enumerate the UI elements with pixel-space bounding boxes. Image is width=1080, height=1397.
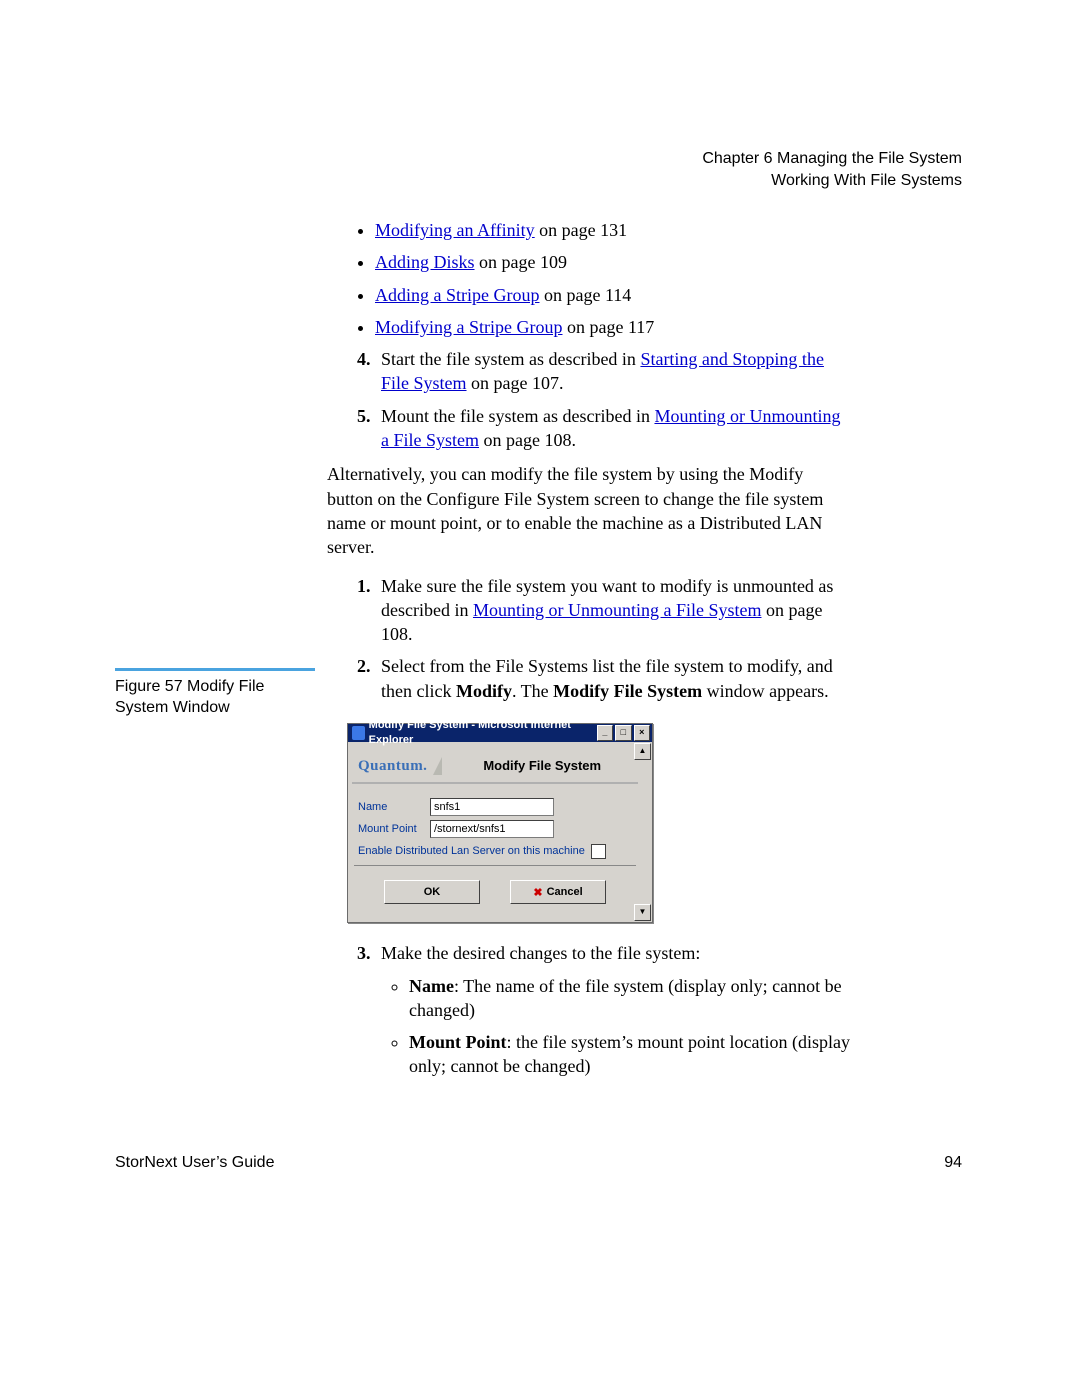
name-label: Name: [358, 800, 430, 815]
dialog-titlebar: Modify File System - Microsoft Internet …: [348, 724, 652, 742]
ui-term: Modify: [456, 681, 512, 701]
paragraph: Alternatively, you can modify the file s…: [327, 462, 852, 559]
modify-file-system-dialog: Modify File System - Microsoft Internet …: [347, 723, 653, 923]
xref-suffix: on page 114: [539, 285, 631, 305]
xref-link[interactable]: Adding a Stripe Group: [375, 285, 539, 305]
xref-link[interactable]: Modifying a Stripe Group: [375, 317, 562, 337]
xref-link[interactable]: Modifying an Affinity: [375, 220, 535, 240]
xref-link[interactable]: Mounting or Unmounting a File System: [473, 600, 762, 620]
ui-term: Modify File System: [553, 681, 702, 701]
dialog-header-row: Quantum. Modify File System: [352, 750, 638, 784]
list-item: Adding Disks on page 109: [375, 250, 852, 274]
field-name: Mount Point: [409, 1032, 507, 1052]
bullet-list-top: Modifying an Affinity on page 131 Adding…: [347, 218, 852, 339]
xref-suffix: on page 131: [535, 220, 627, 240]
figure-dialog: Modify File System - Microsoft Internet …: [347, 723, 852, 923]
dialog-heading: Modify File System: [448, 757, 636, 775]
sub-bullets: Name: The name of the file system (displ…: [381, 974, 852, 1079]
footer-page-number: 94: [944, 1154, 962, 1172]
mount-point-label: Mount Point: [358, 822, 430, 837]
step-list-a: Start the file system as described in St…: [347, 347, 852, 452]
body-column: Modifying an Affinity on page 131 Adding…: [347, 218, 852, 1079]
mount-point-row: Mount Point: [352, 820, 638, 838]
ok-button-label: OK: [424, 886, 441, 898]
step-1: Make sure the file system you want to mo…: [375, 574, 852, 647]
dialog-button-row: OK ✖ Cancel: [352, 872, 638, 914]
xref-suffix: on page 109: [475, 252, 567, 272]
minimize-button[interactable]: _: [597, 725, 613, 741]
figure-caption: Figure 57 Modify File System Window: [115, 668, 315, 719]
step-text: Start the file system as described in: [381, 349, 640, 369]
divider: [354, 865, 636, 866]
step-list-c: Make the desired changes to the file sys…: [347, 941, 852, 1078]
dlan-checkbox-row: Enable Distributed Lan Server on this ma…: [352, 844, 638, 859]
brand-logo: Quantum.: [358, 756, 427, 776]
list-item: Mount Point: the file system’s mount poi…: [409, 1030, 852, 1079]
step-text: Make the desired changes to the file sys…: [381, 943, 700, 963]
dialog-body: ▲ ▼ Quantum. Modify File System Name Mou…: [348, 742, 652, 922]
ok-button[interactable]: OK: [384, 880, 480, 904]
xref-suffix: on page 117: [562, 317, 654, 337]
list-item: Adding a Stripe Group on page 114: [375, 283, 852, 307]
step-text: on page 108.: [479, 430, 576, 450]
step-text: Mount the file system as described in: [381, 406, 654, 426]
step-text: window appears.: [702, 681, 828, 701]
logo-divider-icon: [433, 757, 442, 775]
list-item: Modifying a Stripe Group on page 117: [375, 315, 852, 339]
dlan-checkbox-label: Enable Distributed Lan Server on this ma…: [358, 844, 585, 859]
step-3: Make the desired changes to the file sys…: [375, 941, 852, 1078]
field-desc: : The name of the file system (display o…: [409, 976, 842, 1020]
header-section: Working With File Systems: [702, 170, 962, 192]
footer-doc-title: StorNext User’s Guide: [115, 1154, 274, 1172]
step-4: Start the file system as described in St…: [375, 347, 852, 396]
page-header: Chapter 6 Managing the File System Worki…: [702, 148, 962, 191]
ie-icon: [352, 726, 365, 740]
field-name: Name: [409, 976, 454, 996]
step-5: Mount the file system as described in Mo…: [375, 404, 852, 453]
scroll-down-button[interactable]: ▼: [634, 904, 651, 921]
dlan-checkbox[interactable]: [591, 844, 606, 859]
list-item: Name: The name of the file system (displ…: [409, 974, 852, 1023]
mount-point-field[interactable]: [430, 820, 554, 838]
header-chapter: Chapter 6 Managing the File System: [702, 148, 962, 170]
name-field[interactable]: [430, 798, 554, 816]
step-list-b: Make sure the file system you want to mo…: [347, 574, 852, 703]
maximize-button[interactable]: □: [615, 725, 631, 741]
step-text: . The: [512, 681, 553, 701]
close-button[interactable]: ×: [634, 725, 650, 741]
scroll-up-button[interactable]: ▲: [634, 743, 651, 760]
step-text: on page 107.: [467, 373, 564, 393]
cancel-x-icon: ✖: [533, 886, 542, 899]
step-2: Select from the File Systems list the fi…: [375, 654, 852, 703]
list-item: Modifying an Affinity on page 131: [375, 218, 852, 242]
cancel-button[interactable]: ✖ Cancel: [510, 880, 606, 904]
page-footer: StorNext User’s Guide 94: [115, 1154, 962, 1172]
cancel-button-label: Cancel: [547, 886, 583, 898]
name-row: Name: [352, 798, 638, 816]
xref-link[interactable]: Adding Disks: [375, 252, 475, 272]
